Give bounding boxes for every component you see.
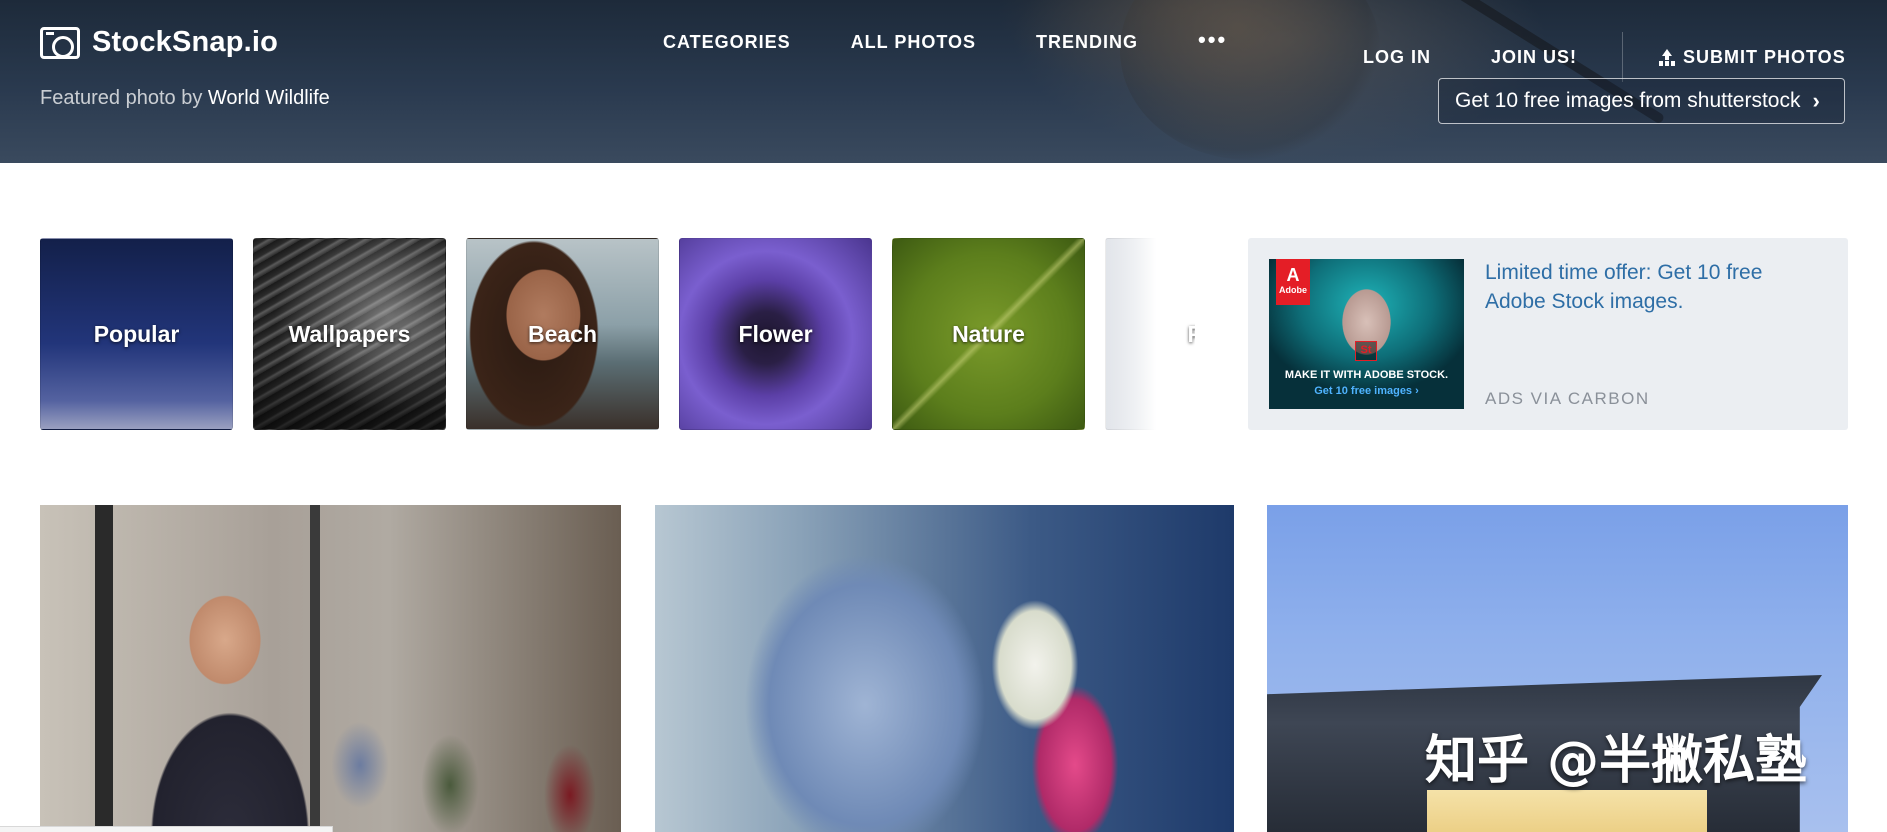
main-nav: CATEGORIES ALL PHOTOS TRENDING ••• [663, 27, 1287, 53]
shutterstock-promo-button[interactable]: Get 10 free images from shutterstock › [1438, 78, 1845, 124]
ad-image[interactable]: Adobe St MAKE IT WITH ADOBE STOCK. Get 1… [1269, 259, 1464, 409]
watermark-text: 知乎 @半撇私塾 [1425, 731, 1808, 791]
adobe-logo: Adobe [1276, 259, 1310, 305]
nav-trending[interactable]: TRENDING [1036, 32, 1138, 53]
category-label: Nature [952, 320, 1025, 347]
nav-all-photos[interactable]: ALL PHOTOS [851, 32, 976, 53]
submit-photos-button[interactable]: SUBMIT PHOTOS [1659, 47, 1846, 68]
photo-card-flowers[interactable] [655, 505, 1234, 832]
promo-label: Get 10 free images from shutterstock [1455, 89, 1801, 112]
submit-photos-label: SUBMIT PHOTOS [1683, 46, 1846, 67]
category-label: Fo [1187, 321, 1195, 348]
carbon-ad: Adobe St MAKE IT WITH ADOBE STOCK. Get 1… [1248, 238, 1848, 430]
photo-detail [1427, 790, 1707, 832]
category-label: Flower [738, 320, 813, 347]
featured-author-link[interactable]: World Wildlife [208, 87, 330, 109]
hero-background-bird [1120, 0, 1380, 160]
camera-icon [40, 26, 80, 59]
site-logo[interactable]: StockSnap.io [40, 26, 278, 59]
featured-photo-credit: Featured photo by World Wildlife [40, 87, 330, 110]
bottom-status-bar [0, 826, 333, 832]
adobe-stock-badge: St [1355, 341, 1377, 361]
join-link[interactable]: JOIN US! [1491, 47, 1577, 68]
ellipsis-icon[interactable]: ••• [1198, 27, 1227, 53]
logo-text: StockSnap.io [92, 26, 279, 58]
account-nav: LOG IN JOIN US! SUBMIT PHOTOS [1363, 32, 1846, 82]
category-tile-beach[interactable]: Beach [466, 238, 659, 430]
category-tile-flower[interactable]: Flower [679, 238, 872, 430]
category-tile-nature[interactable]: Nature [892, 238, 1085, 430]
category-tile-wallpapers[interactable]: Wallpapers [253, 238, 446, 430]
carousel-fade [1090, 238, 1200, 430]
ads-via-carbon-link[interactable]: ADS VIA CARBON [1485, 389, 1650, 409]
photo-detail [310, 505, 320, 832]
category-label: Beach [527, 320, 598, 347]
ad-image-caption: MAKE IT WITH ADOBE STOCK. [1284, 369, 1449, 381]
hero-header: StockSnap.io Featured photo by World Wil… [0, 0, 1887, 163]
category-tile-popular[interactable]: Popular [40, 238, 233, 430]
ad-image-subcaption: Get 10 free images › [1314, 385, 1419, 397]
category-carousel: Popular Wallpapers Beach Flower Nature F… [40, 238, 1195, 430]
upload-icon [1659, 49, 1675, 65]
photo-detail [95, 505, 113, 832]
featured-prefix: Featured photo by [40, 87, 208, 109]
photo-card-business-people[interactable] [40, 505, 621, 832]
login-link[interactable]: LOG IN [1363, 47, 1431, 68]
category-label: Popular [93, 320, 180, 347]
ad-link[interactable]: Limited time offer: Get 10 free Adobe St… [1485, 258, 1815, 316]
nav-categories[interactable]: CATEGORIES [663, 32, 791, 53]
nav-divider [1622, 32, 1624, 82]
category-label: Wallpapers [288, 320, 411, 347]
chevron-right-icon: › [1812, 88, 1820, 113]
